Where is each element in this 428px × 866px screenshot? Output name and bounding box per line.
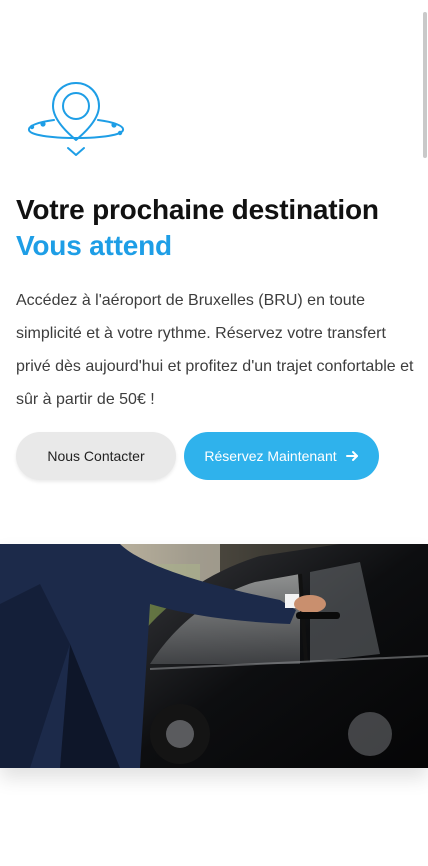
- page-title: Votre prochaine destination Vous attend: [16, 192, 416, 264]
- location-pin-orbit-icon: [24, 78, 128, 160]
- scrollbar-thumb[interactable]: [423, 12, 427, 158]
- page: Votre prochaine destination Vous attend …: [0, 0, 428, 866]
- book-now-button[interactable]: Réservez Maintenant: [184, 432, 379, 480]
- contact-button-label: Nous Contacter: [47, 448, 145, 464]
- title-line-2-accent: Vous attend: [16, 230, 172, 261]
- chauffeur-opening-car-door-photo: [0, 544, 428, 768]
- hero-description: Accédez à l'aéroport de Bruxelles (BRU) …: [16, 292, 414, 408]
- arrow-right-icon: [345, 449, 359, 463]
- contact-button[interactable]: Nous Contacter: [16, 432, 176, 480]
- title-line-1: Votre prochaine destination: [16, 194, 379, 225]
- book-now-button-label: Réservez Maintenant: [204, 448, 337, 464]
